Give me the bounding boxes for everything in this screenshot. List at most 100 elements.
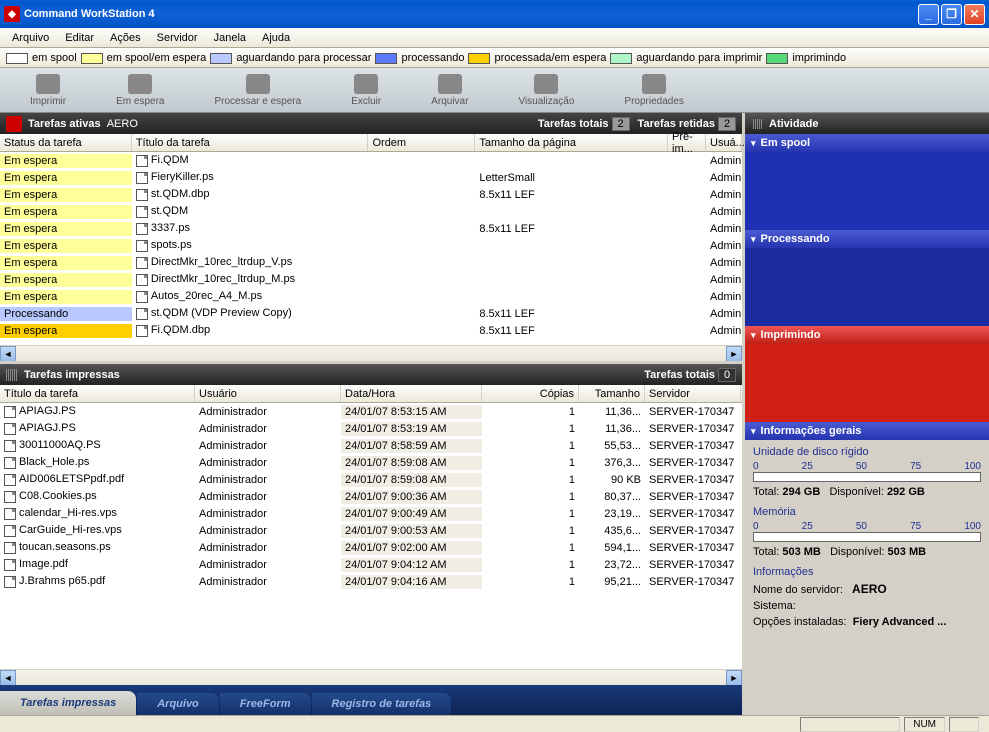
- section-spool[interactable]: Em spool: [745, 134, 989, 152]
- section-printing[interactable]: Imprimindo: [745, 326, 989, 344]
- active-task-row[interactable]: Em esperaDirectMkr_10rec_ltrdup_V.psAdmi…: [0, 254, 742, 271]
- process-hold-button[interactable]: Processar e espera: [214, 74, 301, 107]
- toolbar: Imprimir Em espera Processar e espera Exclu…: [0, 68, 989, 113]
- scroll-left-icon[interactable]: ◄: [0, 670, 16, 686]
- active-task-row[interactable]: Em esperast.QDM.dbp8.5x11 LEFAdmin: [0, 186, 742, 203]
- legend-item: aguardando para imprimir: [610, 52, 762, 64]
- active-task-row[interactable]: Em esperaFi.QDMAdmin: [0, 152, 742, 169]
- active-tasks-header: Tarefas ativas AERO Tarefas totais2 Tare…: [0, 113, 742, 134]
- activity-header: Atividade: [745, 113, 989, 134]
- printed-task-row[interactable]: APIAGJ.PSAdministrador24/01/07 8:53:15 A…: [0, 403, 742, 420]
- tab-registro-de-tarefas[interactable]: Registro de tarefas: [312, 693, 452, 715]
- legend-item: imprimindo: [766, 52, 846, 64]
- file-icon: [4, 440, 16, 452]
- menu-ações[interactable]: Ações: [102, 30, 149, 46]
- scroll-right-icon[interactable]: ►: [726, 346, 742, 362]
- legend-item: em spool: [6, 52, 77, 64]
- printed-task-row[interactable]: Image.pdfAdministrador24/01/07 9:04:12 A…: [0, 556, 742, 573]
- active-columns: Status da tarefa Título da tarefa Ordem …: [0, 134, 742, 152]
- active-task-row[interactable]: Em esperaDirectMkr_10rec_ltrdup_M.psAdmi…: [0, 271, 742, 288]
- col-p-usu[interactable]: Usuário: [195, 385, 341, 402]
- properties-button[interactable]: Propriedades: [624, 74, 683, 107]
- printed-task-row[interactable]: AID006LETSPpdf.pdfAdministrador24/01/07 …: [0, 471, 742, 488]
- col-ordem[interactable]: Ordem: [368, 134, 475, 151]
- hold-icon: [128, 74, 152, 94]
- delete-icon: [354, 74, 378, 94]
- col-tam[interactable]: Tamanho da página: [475, 134, 668, 151]
- active-task-row[interactable]: Em esperast.QDMAdmin: [0, 203, 742, 220]
- minimize-button[interactable]: _: [918, 4, 939, 25]
- printed-task-row[interactable]: CarGuide_Hi-res.vpsAdministrador24/01/07…: [0, 522, 742, 539]
- mem-bar: [753, 532, 981, 542]
- printed-task-row[interactable]: J.Brahms p65.pdfAdministrador24/01/07 9:…: [0, 573, 742, 590]
- active-task-row[interactable]: Em esperaFi.QDM.dbp8.5x11 LEFAdmin: [0, 322, 742, 339]
- file-icon: [4, 559, 16, 571]
- col-p-tam[interactable]: Tamanho: [579, 385, 645, 402]
- active-task-row[interactable]: Processandost.QDM (VDP Preview Copy)8.5x…: [0, 305, 742, 322]
- processing-area: [745, 248, 989, 326]
- menu-editar[interactable]: Editar: [57, 30, 102, 46]
- mem-ticks: 0255075100: [753, 521, 981, 532]
- active-hscroll[interactable]: ◄ ►: [0, 345, 742, 361]
- printed-task-row[interactable]: APIAGJ.PSAdministrador24/01/07 8:53:19 A…: [0, 420, 742, 437]
- printed-task-row[interactable]: 30011000AQ.PSAdministrador24/01/07 8:58:…: [0, 437, 742, 454]
- col-p-data[interactable]: Data/Hora: [341, 385, 482, 402]
- close-button[interactable]: ✕: [964, 4, 985, 25]
- menu-ajuda[interactable]: Ajuda: [254, 30, 298, 46]
- active-task-row[interactable]: Em esperaFieryKiller.psLetterSmallAdmin: [0, 169, 742, 186]
- file-icon: [4, 542, 16, 554]
- printed-hscroll[interactable]: ◄ ►: [0, 669, 742, 685]
- printed-task-row[interactable]: Black_Hole.psAdministrador24/01/07 8:59:…: [0, 454, 742, 471]
- file-icon: [136, 172, 148, 184]
- tab-arquivo[interactable]: Arquivo: [137, 693, 219, 715]
- disk-ticks: 0255075100: [753, 461, 981, 472]
- print-icon: [36, 74, 60, 94]
- grip-icon: [6, 369, 18, 381]
- active-task-row[interactable]: Em esperaspots.psAdmin: [0, 237, 742, 254]
- title-bar: ◆ Command WorkStation 4 _ ❐ ✕: [0, 0, 989, 28]
- active-held-count: 2: [718, 117, 736, 131]
- bottom-tabs: Tarefas impressasArquivoFreeFormRegistro…: [0, 685, 742, 715]
- printed-task-row[interactable]: calendar_Hi-res.vpsAdministrador24/01/07…: [0, 505, 742, 522]
- tab-freeform[interactable]: FreeForm: [220, 693, 311, 715]
- col-status[interactable]: Status da tarefa: [0, 134, 132, 151]
- section-processing[interactable]: Processando: [745, 230, 989, 248]
- col-pre[interactable]: Pré-im...: [668, 134, 706, 151]
- menu-arquivo[interactable]: Arquivo: [4, 30, 57, 46]
- file-icon: [136, 189, 148, 201]
- scroll-left-icon[interactable]: ◄: [0, 346, 16, 362]
- active-totals-label: Tarefas totais: [538, 118, 609, 130]
- menu-servidor[interactable]: Servidor: [149, 30, 206, 46]
- file-icon: [136, 325, 148, 337]
- process-hold-icon: [246, 74, 270, 94]
- spool-area: [745, 152, 989, 230]
- mem-label: Memória: [753, 506, 981, 518]
- printed-task-row[interactable]: C08.Cookies.psAdministrador24/01/07 9:00…: [0, 488, 742, 505]
- col-usu[interactable]: Usuá...: [706, 134, 742, 151]
- hold-button[interactable]: Em espera: [116, 74, 164, 107]
- preview-button[interactable]: Visualização: [518, 74, 574, 107]
- maximize-button[interactable]: ❐: [941, 4, 962, 25]
- legend-item: em spool/em espera: [81, 52, 207, 64]
- delete-button[interactable]: Excluir: [351, 74, 381, 107]
- printed-totals-label: Tarefas totais: [644, 369, 715, 381]
- section-general[interactable]: Informações gerais: [745, 422, 989, 440]
- file-icon: [4, 525, 16, 537]
- print-button[interactable]: Imprimir: [30, 74, 66, 107]
- active-task-row[interactable]: Em esperaAutos_20rec_A4_M.psAdmin: [0, 288, 742, 305]
- col-p-title[interactable]: Título da tarefa: [0, 385, 195, 402]
- printed-task-row[interactable]: toucan.seasons.psAdministrador24/01/07 9…: [0, 539, 742, 556]
- menu-janela[interactable]: Janela: [206, 30, 254, 46]
- window-title: Command WorkStation 4: [24, 8, 918, 20]
- archive-button[interactable]: Arquivar: [431, 74, 468, 107]
- app-icon: ◆: [4, 6, 20, 22]
- printed-tasks-header: Tarefas impressas Tarefas totais0: [0, 364, 742, 385]
- scroll-right-icon[interactable]: ►: [726, 670, 742, 686]
- col-p-cop[interactable]: Cópias: [482, 385, 579, 402]
- archive-icon: [438, 74, 462, 94]
- active-task-row[interactable]: Em espera3337.ps8.5x11 LEFAdmin: [0, 220, 742, 237]
- col-p-srv[interactable]: Servidor: [645, 385, 741, 402]
- col-title[interactable]: Título da tarefa: [132, 134, 369, 151]
- tab-tarefas-impressas[interactable]: Tarefas impressas: [0, 691, 136, 715]
- file-icon: [136, 291, 148, 303]
